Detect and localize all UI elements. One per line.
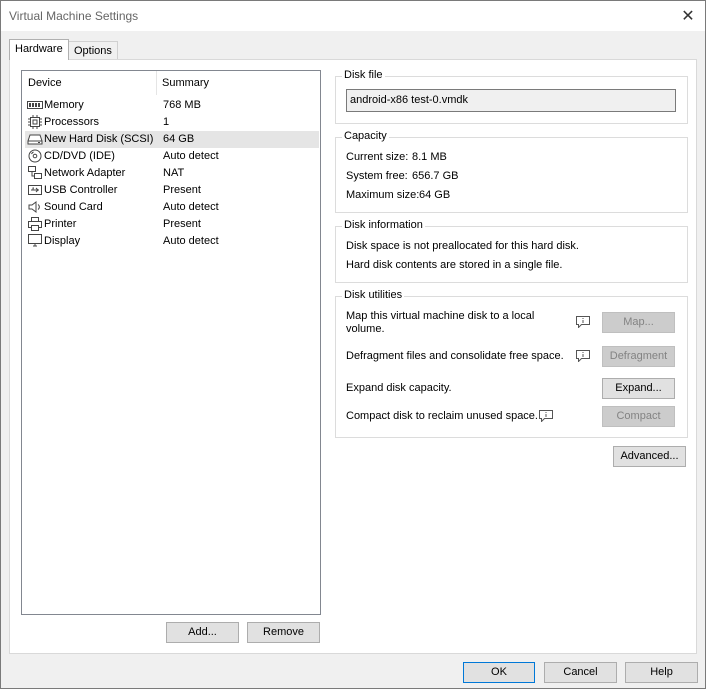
maximum-size-label: Maximum size:: [346, 189, 420, 201]
usb-icon: [28, 185, 42, 195]
device-row-memory[interactable]: Memory 768 MB: [25, 97, 319, 114]
advanced-button[interactable]: Advanced...: [613, 446, 686, 467]
expand-button[interactable]: Expand...: [602, 378, 675, 399]
memory-icon: [27, 101, 43, 109]
map-description-line1: Map this virtual machine disk to a local: [346, 310, 535, 322]
network-adapter-icon: [28, 166, 42, 179]
device-row-cd-dvd[interactable]: CD/DVD (IDE) Auto detect: [25, 148, 319, 165]
device-list-header: Device Summary: [22, 71, 320, 95]
device-summary: Auto detect: [163, 201, 219, 213]
device-summary: Auto detect: [163, 235, 219, 247]
disk-info-storage-text: Hard disk contents are stored in a singl…: [346, 259, 563, 271]
hardware-tab-panel: Device Summary Memory 768 MB Processors …: [9, 59, 697, 654]
compact-button[interactable]: Compact: [602, 406, 675, 427]
maximum-size-value: 64 GB: [419, 189, 451, 201]
tab-hardware[interactable]: Hardware: [9, 39, 69, 60]
dialog-client-area: Hardware Options Device Summary Memory 7…: [1, 31, 705, 688]
device-row-network-adapter[interactable]: Network Adapter NAT: [25, 165, 319, 182]
current-size-label: Current size:: [346, 151, 409, 163]
system-free-value: 656.7 GB: [412, 170, 459, 182]
map-info-icon[interactable]: [576, 316, 590, 328]
disk-info-preallocation-text: Disk space is not preallocated for this …: [346, 240, 579, 252]
device-name: CD/DVD (IDE): [44, 150, 115, 162]
disk-information-group: Disk information Disk space is not preal…: [335, 219, 688, 283]
device-list[interactable]: Device Summary Memory 768 MB Processors …: [21, 70, 321, 615]
hard-disk-icon: [27, 134, 43, 145]
disk-file-path-field[interactable]: android-x86 test-0.vmdk: [346, 89, 676, 112]
map-button[interactable]: Map...: [602, 312, 675, 333]
device-summary: 64 GB: [163, 133, 195, 145]
help-button[interactable]: Help: [625, 662, 698, 683]
device-row-sound-card[interactable]: Sound Card Auto detect: [25, 199, 319, 216]
capacity-group: Capacity Current size: 8.1 MB System fre…: [335, 130, 688, 213]
compact-description: Compact disk to reclaim unused space.: [346, 410, 538, 422]
disk-utilities-group: Disk utilities Map this virtual machine …: [335, 289, 688, 438]
title-bar[interactable]: Virtual Machine Settings ✕: [1, 1, 705, 31]
device-row-display[interactable]: Display Auto detect: [25, 233, 319, 250]
capacity-group-title: Capacity: [342, 130, 389, 142]
column-header-summary[interactable]: Summary: [162, 77, 209, 89]
cd-dvd-icon: [28, 149, 42, 163]
device-name: Sound Card: [44, 201, 103, 213]
device-row-usb-controller[interactable]: USB Controller Present: [25, 182, 319, 199]
device-summary: 1: [163, 116, 170, 128]
disk-file-group: Disk file android-x86 test-0.vmdk: [335, 69, 688, 124]
expand-description: Expand disk capacity.: [346, 382, 452, 394]
device-name: New Hard Disk (SCSI): [44, 133, 154, 145]
column-header-device[interactable]: Device: [28, 77, 62, 89]
device-row-new-hard-disk[interactable]: New Hard Disk (SCSI) 64 GB: [25, 131, 319, 148]
display-icon: [28, 234, 42, 247]
processor-icon: [28, 115, 42, 129]
disk-file-group-title: Disk file: [342, 69, 385, 81]
defragment-info-icon[interactable]: [576, 350, 590, 362]
virtual-machine-settings-dialog: Virtual Machine Settings ✕ Hardware Opti…: [0, 0, 706, 689]
cancel-button[interactable]: Cancel: [544, 662, 617, 683]
defragment-description: Defragment files and consolidate free sp…: [346, 350, 564, 362]
device-name: Printer: [44, 218, 77, 230]
current-size-value: 8.1 MB: [412, 151, 447, 163]
tab-options[interactable]: Options: [68, 41, 118, 59]
compact-info-icon[interactable]: [539, 410, 553, 422]
disk-utilities-group-title: Disk utilities: [342, 289, 405, 301]
dialog-footer: OK Cancel Help: [1, 654, 705, 688]
disk-information-group-title: Disk information: [342, 219, 425, 231]
device-name: Memory: [44, 99, 84, 111]
window-title: Virtual Machine Settings: [9, 9, 139, 23]
add-device-button[interactable]: Add...: [166, 622, 239, 643]
sound-card-icon: [28, 201, 40, 213]
device-row-printer[interactable]: Printer Present: [25, 216, 319, 233]
device-summary: NAT: [163, 167, 185, 179]
column-divider[interactable]: [156, 71, 157, 95]
device-name: Network Adapter: [44, 167, 126, 179]
remove-device-button[interactable]: Remove: [247, 622, 320, 643]
device-summary: Auto detect: [163, 150, 219, 162]
system-free-label: System free:: [346, 170, 408, 182]
close-icon[interactable]: ✕: [677, 5, 699, 27]
printer-icon: [28, 217, 42, 231]
defragment-button[interactable]: Defragment: [602, 346, 675, 367]
device-summary: 768 MB: [163, 99, 201, 111]
device-row-processors[interactable]: Processors 1: [25, 114, 319, 131]
ok-button[interactable]: OK: [463, 662, 535, 683]
device-summary: Present: [163, 218, 201, 230]
device-summary: Present: [163, 184, 201, 196]
device-name: USB Controller: [44, 184, 118, 196]
device-name: Display: [44, 235, 81, 247]
map-description-line2: volume.: [346, 323, 385, 335]
device-name: Processors: [44, 116, 100, 128]
